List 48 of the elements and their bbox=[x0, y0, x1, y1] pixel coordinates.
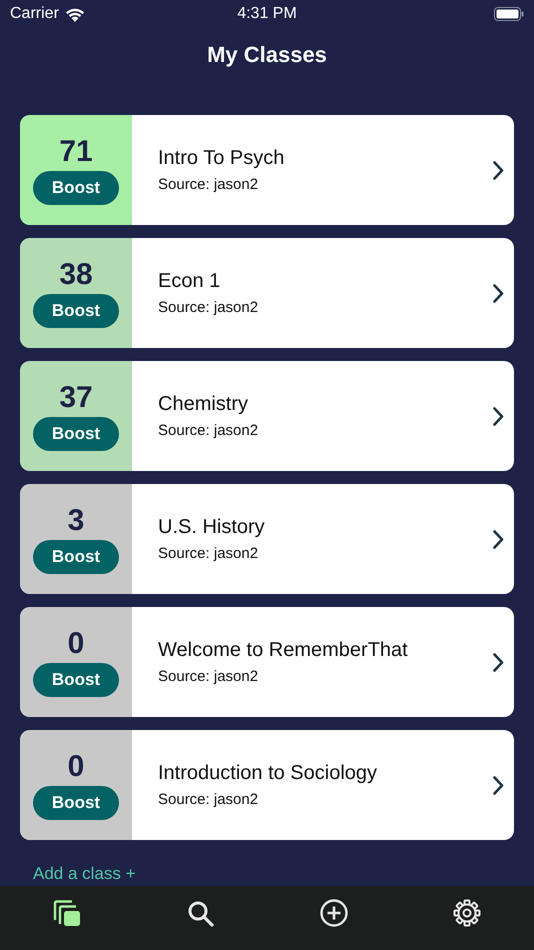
class-name: Chemistry bbox=[158, 393, 250, 416]
class-source: Source: jason2 bbox=[158, 791, 260, 808]
add-class-link[interactable]: Add a class + bbox=[33, 864, 136, 884]
class-source: Source: jason2 bbox=[158, 545, 260, 562]
boost-button[interactable]: Boost bbox=[33, 417, 119, 451]
score-value: 71 bbox=[59, 135, 93, 169]
class-card[interactable]: 0 Boost Introduction to Sociology Source: jason2 bbox=[20, 730, 514, 840]
settings-icon bbox=[453, 899, 482, 927]
class-source: Source: jason2 bbox=[158, 668, 260, 685]
class-name: Welcome to RememberThat bbox=[158, 639, 409, 662]
chevron-icon bbox=[493, 530, 504, 548]
class-card[interactable]: 38 Boost Econ 1 Source: jason2 bbox=[20, 238, 514, 348]
class-source: Source: jason2 bbox=[158, 422, 260, 439]
class-name: Introduction to Sociology bbox=[158, 762, 378, 785]
score-value: 0 bbox=[68, 627, 84, 661]
score-value: 3 bbox=[68, 504, 84, 538]
boost-button[interactable]: Boost bbox=[33, 171, 119, 205]
class-card[interactable]: 3 Boost U.S. History Source: jason2 bbox=[20, 484, 514, 594]
chevron-icon bbox=[493, 776, 504, 794]
class-source: Source: jason2 bbox=[158, 299, 260, 316]
class-name: U.S. History bbox=[158, 516, 266, 539]
search-icon bbox=[186, 900, 214, 926]
boost-button[interactable]: Boost bbox=[33, 663, 119, 697]
add-circle-icon bbox=[320, 899, 348, 927]
tab-button[interactable] bbox=[451, 898, 484, 928]
tab-button[interactable] bbox=[318, 898, 350, 928]
status-time: 4:31 PM bbox=[237, 5, 297, 23]
score-value: 37 bbox=[59, 381, 93, 415]
boost-button[interactable]: Boost bbox=[33, 294, 119, 328]
chevron-icon bbox=[493, 284, 504, 302]
chevron-icon bbox=[493, 406, 504, 426]
score-value: 0 bbox=[68, 750, 84, 784]
chevron-icon bbox=[493, 160, 504, 180]
boost-button[interactable]: Boost bbox=[33, 786, 119, 820]
battery-icon bbox=[494, 7, 524, 21]
boost-button[interactable]: Boost bbox=[33, 540, 119, 574]
chevron-icon bbox=[493, 652, 504, 672]
class-card[interactable]: 37 Boost Chemistry Source: jason2 bbox=[20, 361, 514, 471]
class-card[interactable]: 0 Boost Welcome to RememberThat Source: jason2 bbox=[20, 607, 514, 717]
class-name: Intro To Psych bbox=[158, 147, 286, 170]
screen-title: My Classes bbox=[206, 41, 328, 69]
score-value: 38 bbox=[59, 258, 93, 292]
class-name: Econ 1 bbox=[158, 270, 222, 293]
carrier-label: Carrier bbox=[10, 5, 59, 23]
class-source: Source: jason2 bbox=[158, 176, 260, 193]
wifi-icon bbox=[64, 6, 85, 22]
class-card[interactable]: 71 Boost Intro To Psych Source: jason2 bbox=[20, 115, 514, 225]
stacked-cards-icon bbox=[52, 900, 81, 926]
